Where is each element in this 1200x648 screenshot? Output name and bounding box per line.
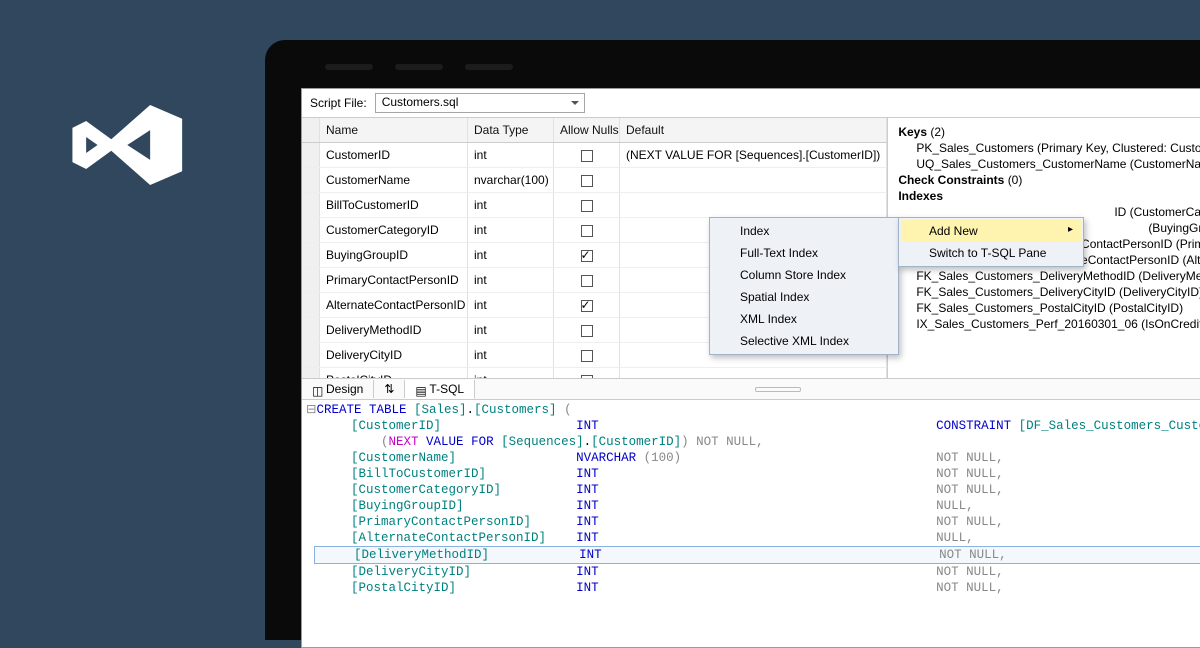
cell-default[interactable]: (NEXT VALUE FOR [Sequences].[CustomerID]… (620, 143, 887, 167)
cell-allownulls[interactable] (554, 143, 620, 167)
cell-datatype[interactable]: int (468, 293, 554, 317)
cell-datatype[interactable]: int (468, 368, 554, 378)
sql-icon: ▤ (415, 384, 425, 394)
cell-datatype[interactable]: int (468, 193, 554, 217)
tsql-editor[interactable]: ⊟CREATE TABLE [Sales].[Customers] ( [Cus… (302, 400, 1200, 598)
menu-item[interactable]: Spatial Index (712, 286, 896, 308)
cell-name[interactable]: AlternateContactPersonID (320, 293, 468, 317)
checkbox-icon[interactable] (581, 325, 593, 337)
header-default[interactable]: Default (620, 118, 887, 142)
checkbox-icon[interactable] (581, 200, 593, 212)
cell-name[interactable]: PrimaryContactPersonID (320, 268, 468, 292)
cell-allownulls[interactable] (554, 343, 620, 367)
context-menu: Add NewSwitch to T-SQL Pane (898, 217, 1084, 267)
tab-tsql[interactable]: ▤ T-SQL (405, 380, 475, 399)
menu-item[interactable]: Column Store Index (712, 264, 896, 286)
checkbox-icon[interactable] (581, 250, 593, 262)
app-window: Script File: Customers.sql Name Data Typ… (301, 88, 1200, 648)
menu-item[interactable]: Full-Text Index (712, 242, 896, 264)
header-name[interactable]: Name (320, 118, 468, 142)
keys-label: Keys (898, 125, 927, 139)
cell-allownulls[interactable] (554, 318, 620, 342)
cell-allownulls[interactable] (554, 268, 620, 292)
cell-datatype[interactable]: int (468, 343, 554, 367)
cell-allownulls[interactable] (554, 293, 620, 317)
pane-handle-icon[interactable] (755, 387, 801, 392)
design-icon: ◫ (312, 384, 322, 394)
checks-count: (0) (1008, 173, 1023, 187)
checkbox-icon[interactable] (581, 175, 593, 187)
key-item[interactable]: PK_Sales_Customers (Primary Key, Cluster… (898, 140, 1200, 156)
menu-item-add-new[interactable]: Add New (901, 220, 1081, 242)
table-row[interactable]: PostalCityIDint (302, 368, 887, 378)
swap-icon: ⇅ (384, 382, 394, 396)
tab-tsql-label: T-SQL (429, 382, 464, 396)
cell-name[interactable]: CustomerID (320, 143, 468, 167)
visual-studio-logo-icon (65, 105, 185, 185)
table-row[interactable]: CustomerNamenvarchar(100) (302, 168, 887, 193)
keys-count: (2) (930, 125, 945, 139)
cell-name[interactable]: BuyingGroupID (320, 243, 468, 267)
table-row[interactable]: BillToCustomerIDint (302, 193, 887, 218)
index-item[interactable]: FK_Sales_Customers_DeliveryCityID (Deliv… (898, 284, 1200, 300)
indexes-label: Indexes (898, 189, 943, 203)
cell-name[interactable]: CustomerName (320, 168, 468, 192)
tab-design-label: Design (326, 382, 363, 396)
checkbox-icon[interactable] (581, 225, 593, 237)
checkbox-icon[interactable] (581, 350, 593, 362)
menu-item[interactable]: Index (712, 220, 896, 242)
index-item[interactable]: IX_Sales_Customers_Perf_20160301_06 (IsO… (898, 316, 1200, 332)
script-file-row: Script File: Customers.sql (302, 89, 1200, 118)
cell-datatype[interactable]: int (468, 268, 554, 292)
cell-default[interactable] (620, 168, 887, 192)
cell-default[interactable] (620, 193, 887, 217)
cell-allownulls[interactable] (554, 243, 620, 267)
index-item[interactable]: FK_Sales_Customers_PostalCityID (PostalC… (898, 300, 1200, 316)
cell-allownulls[interactable] (554, 368, 620, 378)
script-file-label: Script File: (310, 96, 367, 110)
menu-item-switch-tsql[interactable]: Switch to T-SQL Pane (901, 242, 1081, 264)
laptop-frame: Script File: Customers.sql Name Data Typ… (265, 40, 1200, 640)
cell-datatype[interactable]: nvarchar(100) (468, 168, 554, 192)
tab-swap[interactable]: ⇅ (374, 380, 405, 398)
cell-datatype[interactable]: int (468, 318, 554, 342)
tab-design[interactable]: ◫ Design (302, 380, 374, 398)
cell-name[interactable]: DeliveryMethodID (320, 318, 468, 342)
header-allownulls[interactable]: Allow Nulls (554, 118, 620, 142)
menu-item[interactable]: XML Index (712, 308, 896, 330)
grid-header: Name Data Type Allow Nulls Default (302, 118, 887, 143)
cell-name[interactable]: DeliveryCityID (320, 343, 468, 367)
cell-allownulls[interactable] (554, 218, 620, 242)
header-datatype[interactable]: Data Type (468, 118, 554, 142)
script-file-combo[interactable]: Customers.sql (375, 93, 585, 113)
cell-datatype[interactable]: int (468, 243, 554, 267)
cell-datatype[interactable]: int (468, 143, 554, 167)
cell-datatype[interactable]: int (468, 218, 554, 242)
table-row[interactable]: CustomerIDint (NEXT VALUE FOR [Sequences]… (302, 143, 887, 168)
menu-item[interactable]: Selective XML Index (712, 330, 896, 352)
index-item[interactable]: FK_Sales_Customers_DeliveryMethodID (Del… (898, 268, 1200, 284)
index-type-menu: IndexFull-Text IndexColumn Store IndexSp… (709, 217, 899, 355)
checks-label: Check Constraints (898, 173, 1004, 187)
checkbox-icon[interactable] (581, 275, 593, 287)
cell-allownulls[interactable] (554, 193, 620, 217)
cell-allownulls[interactable] (554, 168, 620, 192)
cell-name[interactable]: BillToCustomerID (320, 193, 468, 217)
cell-default[interactable] (620, 368, 887, 378)
checkbox-icon[interactable] (581, 150, 593, 162)
tab-strip: ◫ Design ⇅ ▤ T-SQL (302, 378, 1200, 400)
key-item[interactable]: UQ_Sales_Customers_CustomerName (Custome… (898, 156, 1200, 172)
cell-name[interactable]: CustomerCategoryID (320, 218, 468, 242)
checkbox-icon[interactable] (581, 300, 593, 312)
cell-name[interactable]: PostalCityID (320, 368, 468, 378)
